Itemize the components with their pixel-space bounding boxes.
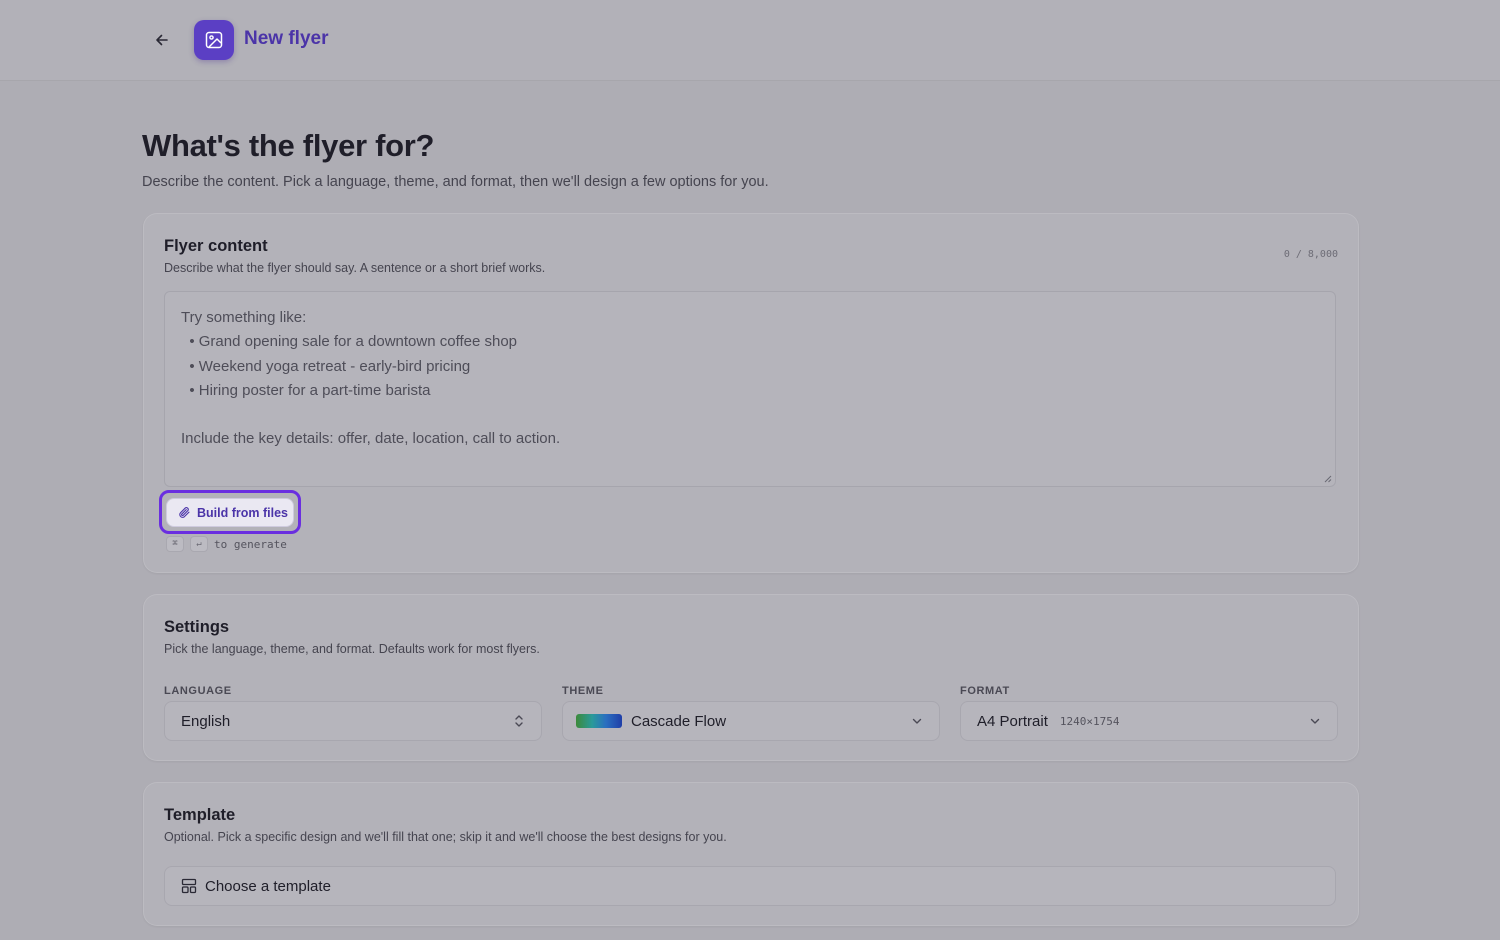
placeholder-line: • Weekend yoga retreat - early-bird pric…	[181, 357, 471, 375]
placeholder-line	[181, 403, 1319, 427]
placeholder-line: Try something like:	[181, 309, 307, 326]
image-icon	[205, 31, 223, 49]
flyer-content-card: Flyer content Describe what the flyer sh…	[143, 213, 1359, 573]
app-title: New flyer	[244, 28, 329, 49]
card-title: Template	[164, 806, 236, 824]
format-label: FORMAT	[960, 685, 1010, 697]
placeholder-line: Include the key details: offer, date, lo…	[181, 430, 561, 448]
keyboard-shortcut-hint: ⌘ ↵ to generate	[166, 536, 287, 552]
character-counter: 0 / 8,000	[1283, 249, 1338, 260]
language-label: LANGUAGE	[164, 685, 232, 697]
card-description: Pick the language, theme, and format. De…	[164, 642, 540, 656]
shortcut-hint-text: to generate	[214, 537, 287, 551]
paperclip-icon	[179, 507, 190, 518]
choose-template-button[interactable]: Choose a template	[164, 866, 1336, 906]
chevron-up-down-icon	[515, 715, 523, 727]
top-bar: New flyer	[0, 0, 1500, 80]
choose-template-label: Choose a template	[205, 877, 331, 895]
format-select[interactable]: A4 Portrait 1240×1754	[960, 701, 1338, 741]
resize-handle-icon[interactable]	[1324, 475, 1332, 483]
page-subtitle: Describe the content. Pick a language, t…	[142, 174, 769, 190]
theme-swatch	[576, 714, 622, 728]
settings-card: Settings Pick the language, theme, and f…	[143, 594, 1359, 761]
build-from-files-label: Build from files	[197, 505, 288, 520]
back-button[interactable]	[148, 26, 176, 54]
chevron-down-icon	[1310, 718, 1320, 724]
card-description: Describe what the flyer should say. A se…	[164, 261, 546, 275]
theme-select[interactable]: Cascade Flow	[562, 701, 940, 741]
page-title: What's the flyer for?	[142, 128, 435, 163]
theme-label: THEME	[562, 685, 604, 697]
format-dimensions: 1240×1754	[1059, 714, 1120, 728]
chevron-down-icon	[912, 718, 922, 724]
format-value: A4 Portrait	[977, 712, 1048, 730]
placeholder-line: • Grand opening sale for a downtown coff…	[181, 333, 518, 351]
build-from-files-button[interactable]: Build from files	[166, 498, 294, 527]
theme-value: Cascade Flow	[631, 712, 727, 730]
flyer-content-textarea[interactable]: Try something like: • Grand opening sale…	[164, 291, 1336, 487]
template-card: Template Optional. Pick a specific desig…	[143, 782, 1359, 926]
placeholder-line: • Hiring poster for a part-time barista	[181, 381, 431, 399]
command-key: ⌘	[166, 536, 184, 552]
language-select[interactable]: English	[164, 701, 542, 741]
layout-template-icon	[181, 878, 197, 894]
card-title: Settings	[164, 618, 230, 636]
language-value: English	[181, 712, 231, 730]
app-logo	[194, 20, 234, 60]
card-description: Optional. Pick a specific design and we'…	[164, 830, 727, 844]
card-title: Flyer content	[164, 237, 268, 255]
enter-key: ↵	[190, 536, 208, 552]
arrow-left-icon	[156, 34, 168, 46]
